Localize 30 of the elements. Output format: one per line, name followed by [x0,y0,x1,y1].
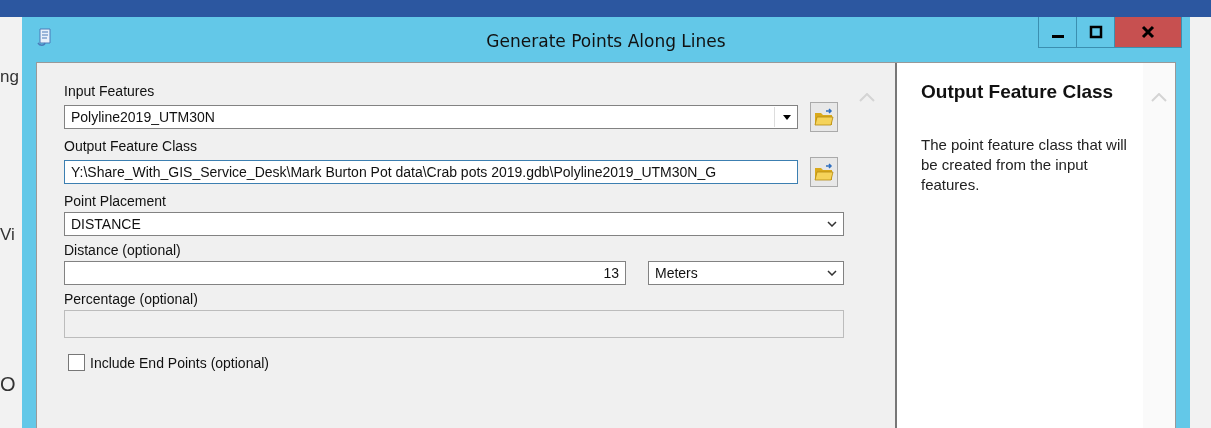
scroll-up-icon [858,93,875,102]
checkbox[interactable] [68,354,85,371]
dropdown-arrow-icon [783,114,791,120]
distance-field[interactable]: 13 [64,261,626,285]
close-button[interactable] [1115,17,1181,47]
folder-icon [814,163,834,181]
background-app-text: Vi [0,225,16,245]
output-path-field[interactable]: Y:\Share_With_GIS_Service_Desk\Mark Burton Pot data\Crab pots 2019.gdb\Polyline2019_UTM30N_G [64,160,798,184]
unit-dropdown[interactable]: Meters [648,261,844,285]
field-label: Percentage (optional) [64,291,199,307]
field-label: Distance (optional) [64,242,182,258]
minimize-icon [1051,34,1064,38]
checkbox-label: Include End Points (optional) [90,354,269,371]
chevron-down-icon [827,221,837,227]
help-text: The point feature class that will be created from the input features. [921,134,1128,196]
window-title: Generate Points Along Lines [486,31,726,51]
field-label: Point Placement [64,193,167,209]
point-placement-dropdown[interactable]: DISTANCE [64,212,844,236]
chevron-down-icon [827,270,837,276]
close-icon [1141,25,1155,39]
folder-icon [814,108,834,126]
script-icon [36,27,54,47]
background-app-text: ng [0,67,20,87]
maximize-icon [1088,25,1103,39]
background-app-text: O [0,373,17,396]
field-label: Input Features [64,83,156,99]
input-features-dropdown[interactable]: Polyline2019_UTM30N [64,105,798,129]
field-label: Output Feature Class [64,138,199,154]
scroll-up-icon [1151,93,1167,102]
help-title: Output Feature Class [921,80,1115,104]
